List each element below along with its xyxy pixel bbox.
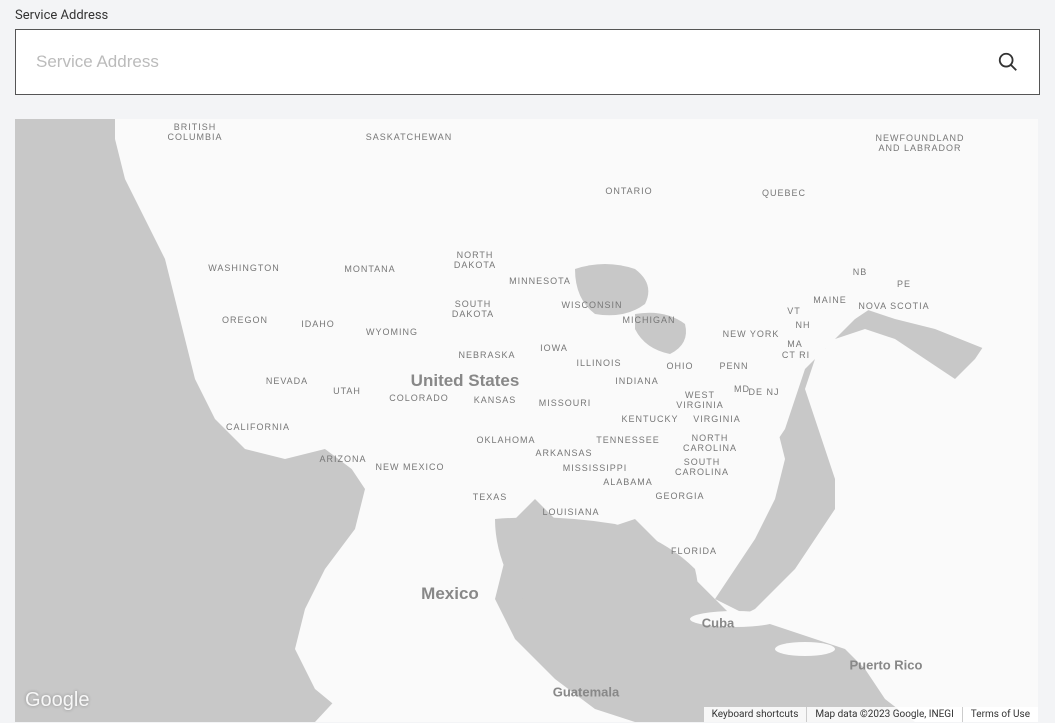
- search-label: Service Address: [15, 0, 1040, 29]
- map-attribution: Map data ©2023 Google, INEGI: [806, 707, 961, 722]
- search-icon[interactable]: [997, 51, 1019, 73]
- map-footer: Keyboard shortcuts Map data ©2023 Google…: [704, 707, 1038, 722]
- map-land: [15, 119, 1038, 722]
- terms-of-use-link[interactable]: Terms of Use: [962, 707, 1038, 722]
- keyboard-shortcuts-link[interactable]: Keyboard shortcuts: [704, 707, 807, 722]
- search-box: [15, 29, 1040, 95]
- map-container[interactable]: BRITISHCOLUMBIASASKATCHEWANONTARIOQUEBEC…: [15, 119, 1038, 722]
- service-address-input[interactable]: [36, 52, 997, 72]
